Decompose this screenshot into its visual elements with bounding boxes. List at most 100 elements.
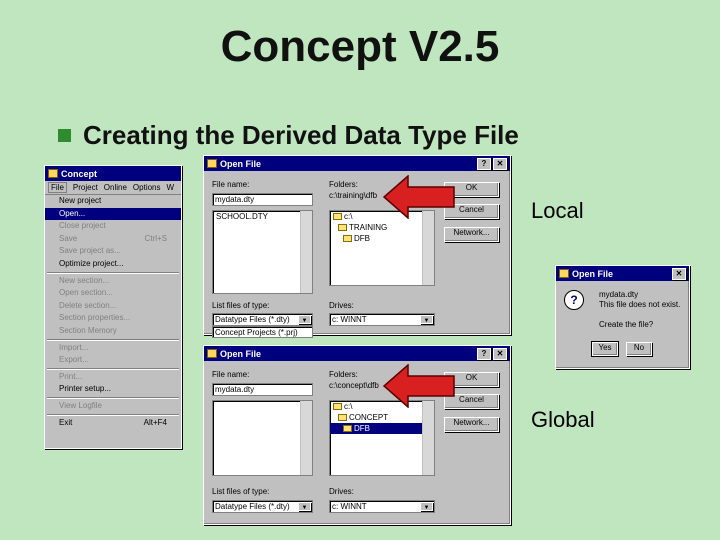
menu-item[interactable]: Open section...	[45, 287, 181, 300]
dialog-titlebar: Open File ? ✕	[204, 346, 510, 361]
open-file-dialog-local: Open File ? ✕ File name: mydata.dty SCHO…	[203, 155, 511, 338]
folders-label: Folders:	[329, 370, 358, 379]
question-icon: ?	[564, 290, 584, 310]
menubar-item[interactable]: W	[167, 183, 175, 192]
menu-item-label: Save project as...	[59, 246, 121, 256]
file-name: SCHOOL.DTY	[216, 212, 269, 221]
no-button[interactable]: No	[626, 342, 652, 356]
folder-item[interactable]: DFB	[330, 423, 434, 434]
menu-item-label: Open...	[59, 208, 86, 218]
concept-file-menu-window: Concept File Project Online Options W New pr…	[44, 165, 182, 449]
folder-name: TRAINING	[349, 223, 388, 232]
create-file-dialog: Open File ✕ ? mydata.dty This file does …	[555, 265, 690, 369]
menu-item[interactable]: New project	[45, 195, 181, 208]
file-list-scrollbar[interactable]	[300, 401, 312, 475]
file-name-input[interactable]: mydata.dty	[212, 383, 313, 396]
file-list[interactable]	[212, 400, 313, 476]
drives-select[interactable]: c: WINNT ▼	[329, 500, 435, 513]
menu-item[interactable]: Exit Alt+F4	[45, 417, 181, 430]
dropdown-arrow-icon[interactable]: ▼	[420, 502, 433, 511]
folder-item[interactable]: DFB	[330, 233, 434, 244]
folder-icon	[343, 235, 352, 242]
bullet-square-icon	[58, 129, 71, 142]
file-type-select[interactable]: Datatype Files (*.dty) ▼	[212, 500, 313, 513]
drives-value: c: WINNT	[332, 502, 367, 511]
app-icon	[48, 169, 58, 178]
menu-item[interactable]: Export...	[45, 354, 181, 367]
menu-item-label: Save	[59, 233, 78, 243]
file-item[interactable]: SCHOOL.DTY	[213, 211, 312, 222]
dialog-title: Open File	[220, 348, 262, 359]
label-global: Global	[531, 407, 595, 432]
close-button[interactable]: ✕	[493, 347, 507, 360]
menu-item-label: Close project	[59, 221, 106, 231]
network-button[interactable]: Network...	[444, 227, 499, 242]
folders-label: Folders:	[329, 180, 358, 189]
concept-title: Concept	[61, 168, 97, 179]
yes-button[interactable]: Yes	[591, 341, 619, 357]
menu-item[interactable]: Optimize project...	[45, 258, 181, 271]
file-name-input[interactable]: mydata.dty	[212, 193, 313, 206]
dropdown-arrow-icon[interactable]: ▼	[298, 315, 311, 324]
bullet-text: Creating the Derived Data Type File	[83, 120, 519, 150]
menu-item-label: Section Memory	[59, 325, 117, 335]
menu-item[interactable]: Close project	[45, 220, 181, 233]
help-button[interactable]: ?	[477, 157, 491, 170]
menubar-item[interactable]: Project	[73, 183, 98, 192]
menu-item[interactable]: View Logfile	[45, 400, 181, 413]
dialog-titlebar: Open File ? ✕	[204, 156, 510, 171]
file-list[interactable]: SCHOOL.DTY	[212, 210, 313, 294]
menu-separator	[47, 413, 179, 416]
folder-icon	[338, 224, 347, 231]
file-type-label: List files of type:	[212, 301, 270, 310]
menu-item-label: Export...	[59, 355, 89, 365]
dialog-title: Open File	[220, 158, 262, 169]
drives-select[interactable]: c: WINNT ▼	[329, 313, 435, 326]
menu-item[interactable]: Save project as...	[45, 245, 181, 258]
menu-item[interactable]: New section...	[45, 275, 181, 288]
close-button[interactable]: ✕	[672, 267, 686, 280]
dropdown-arrow-icon[interactable]: ▼	[298, 502, 311, 511]
menubar-item[interactable]: Options	[133, 183, 161, 192]
folder-tree[interactable]: c:\ TRAINING DFB	[329, 210, 435, 286]
menubar-item[interactable]: File	[48, 182, 67, 193]
file-type-open-option[interactable]: Concept Projects (*.prj)	[212, 326, 313, 338]
menu-item[interactable]: Delete section...	[45, 300, 181, 313]
label-local: Local	[531, 198, 584, 223]
drives-label: Drives:	[329, 301, 354, 310]
menu-item-label: Open section...	[59, 288, 113, 298]
file-list-scrollbar[interactable]	[300, 211, 312, 293]
menu-item-label: Section properties...	[59, 313, 131, 323]
dialog-message: This file does not exist.	[599, 300, 681, 309]
dropdown-arrow-icon[interactable]: ▼	[420, 315, 433, 324]
folder-icon	[343, 425, 352, 432]
network-button[interactable]: Network...	[444, 417, 499, 432]
file-name-label: File name:	[212, 180, 250, 189]
concept-titlebar: Concept	[45, 166, 181, 181]
menu-item[interactable]: Open...	[45, 207, 181, 221]
dialog-icon	[559, 269, 569, 278]
file-type-value: Datatype Files (*.dty)	[215, 502, 290, 511]
menu-item[interactable]: Import...	[45, 342, 181, 355]
folder-icon	[338, 414, 347, 421]
folder-tree-scrollbar[interactable]	[422, 211, 434, 285]
folder-tree[interactable]: c:\ CONCEPT DFB	[329, 400, 435, 476]
arrow-local-icon	[382, 175, 455, 219]
drives-value: c: WINNT	[332, 315, 367, 324]
folder-item[interactable]: TRAINING	[330, 222, 434, 233]
drives-label: Drives:	[329, 487, 354, 496]
folder-item[interactable]: CONCEPT	[330, 412, 434, 423]
menubar-item[interactable]: Online	[104, 183, 127, 192]
menu-item[interactable]: Save Ctrl+S	[45, 233, 181, 246]
folder-tree-scrollbar[interactable]	[422, 401, 434, 475]
menu-item-shortcut: Ctrl+S	[144, 233, 167, 243]
close-button[interactable]: ✕	[493, 157, 507, 170]
file-type-select[interactable]: Datatype Files (*.dty) ▼	[212, 313, 313, 326]
help-button[interactable]: ?	[477, 347, 491, 360]
menu-item[interactable]: Section properties...	[45, 312, 181, 325]
menu-item[interactable]: Print...	[45, 371, 181, 384]
menu-item-label: View Logfile	[59, 400, 102, 410]
menu-separator	[47, 271, 179, 274]
menu-item[interactable]: Section Memory	[45, 325, 181, 338]
menu-item[interactable]: Printer setup...	[45, 383, 181, 396]
